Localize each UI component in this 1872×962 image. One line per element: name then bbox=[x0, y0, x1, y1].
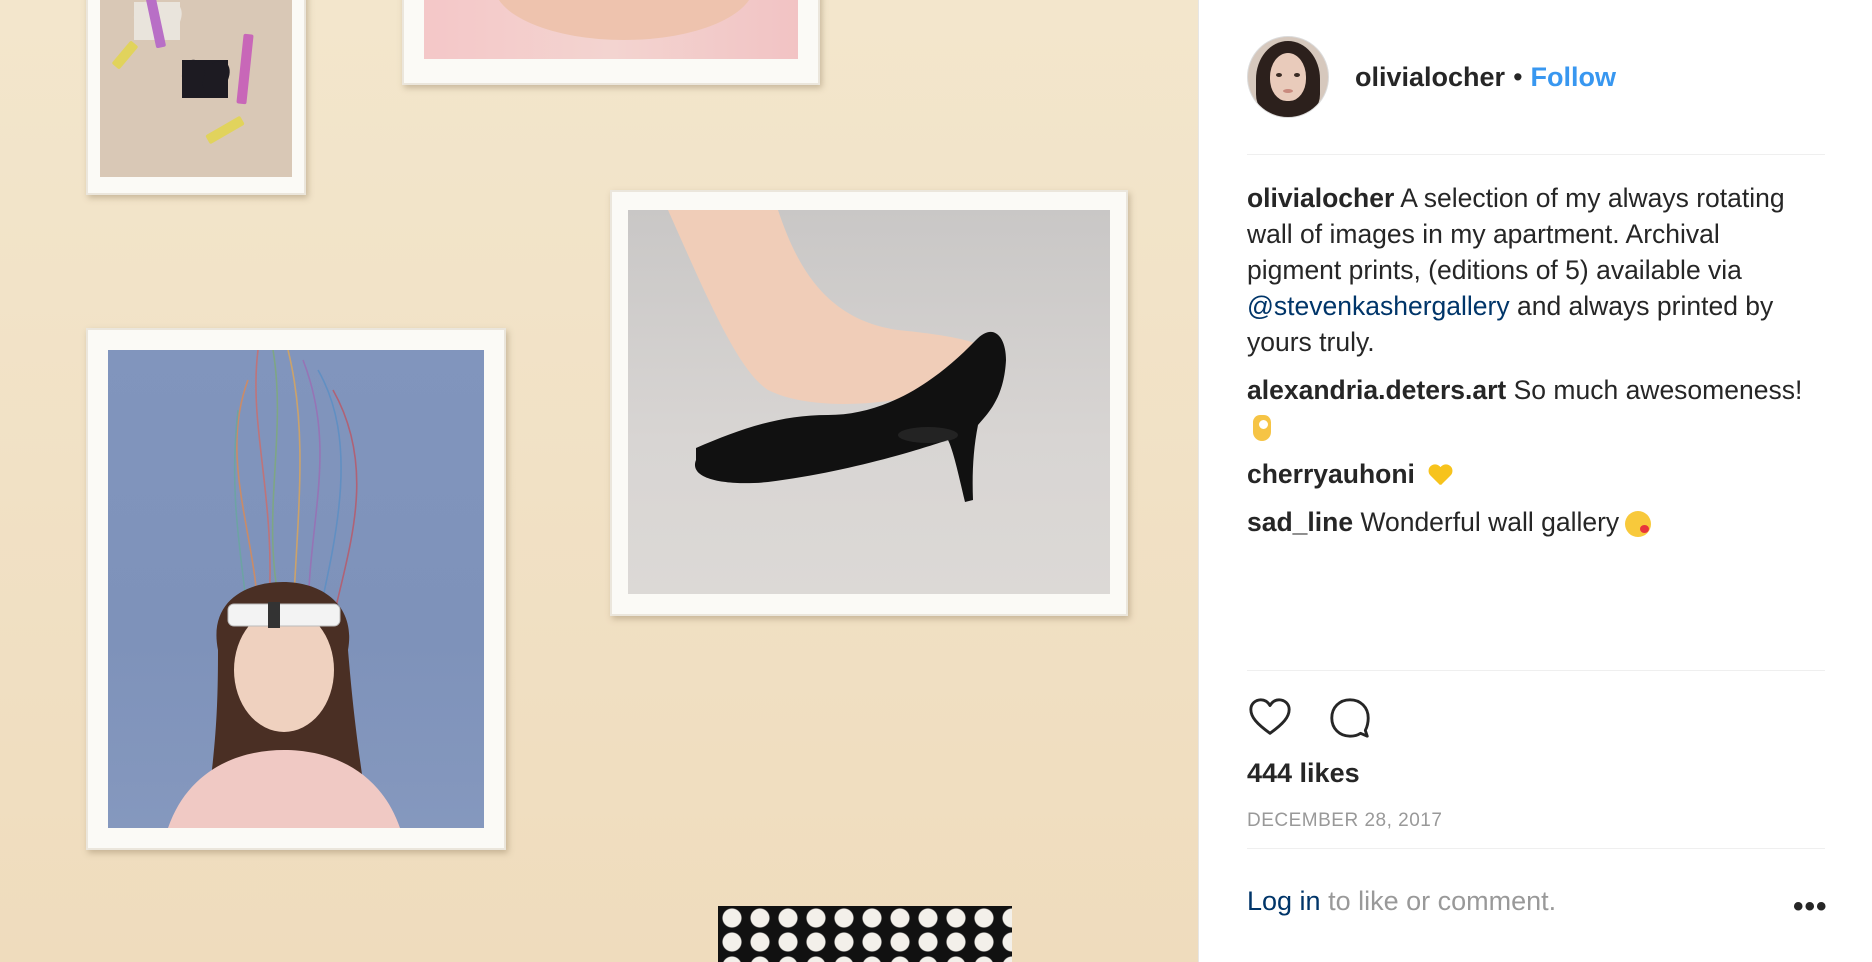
login-prompt: Log in to like or comment. bbox=[1247, 886, 1556, 917]
heart-icon[interactable] bbox=[1247, 694, 1293, 740]
login-link[interactable]: Log in bbox=[1247, 886, 1321, 916]
mention-link[interactable]: @stevenkashergallery bbox=[1247, 291, 1510, 321]
yellow-heart-emoji-icon bbox=[1428, 465, 1452, 487]
separator-dot: • bbox=[1513, 61, 1523, 92]
header-divider bbox=[1247, 154, 1825, 155]
comment-text: So much awesomeness! bbox=[1513, 375, 1803, 405]
more-options-button[interactable]: ••• bbox=[1793, 892, 1828, 922]
comment-username-link[interactable]: cherryauhoni bbox=[1247, 459, 1415, 489]
kissing-face-emoji-icon bbox=[1625, 511, 1652, 537]
post-photo[interactable] bbox=[0, 0, 1198, 962]
polka-dot-print bbox=[718, 906, 1012, 962]
post-date: DECEMBER 28, 2017 bbox=[1247, 810, 1443, 831]
footer-divider bbox=[1247, 848, 1825, 849]
list-item: cherryauhoni bbox=[1247, 456, 1807, 492]
foot-in-heel-image bbox=[668, 210, 1006, 502]
follow-button[interactable]: Follow bbox=[1531, 62, 1616, 93]
shoe-photo-frame bbox=[610, 190, 1128, 616]
post-details-panel: olivialocher • Follow olivialocher A sel… bbox=[1198, 0, 1872, 962]
post-header: olivialocher • Follow bbox=[1247, 36, 1616, 118]
actions-divider bbox=[1247, 670, 1825, 671]
avatar[interactable] bbox=[1247, 36, 1329, 118]
instagram-post-page: olivialocher • Follow olivialocher A sel… bbox=[0, 0, 1872, 962]
login-suffix: to like or comment. bbox=[1328, 886, 1557, 916]
butterfly-image bbox=[182, 60, 228, 98]
comments-list: olivialocher A selection of my always ro… bbox=[1247, 180, 1807, 552]
caption: olivialocher A selection of my always ro… bbox=[1247, 180, 1807, 360]
caption-username-link[interactable]: olivialocher bbox=[1247, 183, 1394, 213]
comment-username-link[interactable]: sad_line bbox=[1247, 507, 1353, 537]
comment-text: Wonderful wall gallery bbox=[1360, 507, 1620, 537]
action-bar bbox=[1247, 694, 1373, 740]
butterfly-frame bbox=[86, 0, 306, 195]
comment-icon[interactable] bbox=[1327, 694, 1373, 740]
girl-with-wires-image bbox=[168, 350, 400, 828]
list-item: alexandria.deters.art So much awesomenes… bbox=[1247, 372, 1807, 444]
girl-portrait-frame bbox=[86, 328, 506, 850]
header-text: olivialocher • Follow bbox=[1355, 62, 1616, 93]
ok-hand-emoji-icon bbox=[1253, 415, 1271, 441]
likes-count[interactable]: 444 likes bbox=[1247, 758, 1360, 789]
comment-username-link[interactable]: alexandria.deters.art bbox=[1247, 375, 1506, 405]
username-link[interactable]: olivialocher bbox=[1355, 62, 1505, 93]
pink-portrait-frame bbox=[402, 0, 820, 85]
list-item: sad_line Wonderful wall gallery bbox=[1247, 504, 1807, 540]
